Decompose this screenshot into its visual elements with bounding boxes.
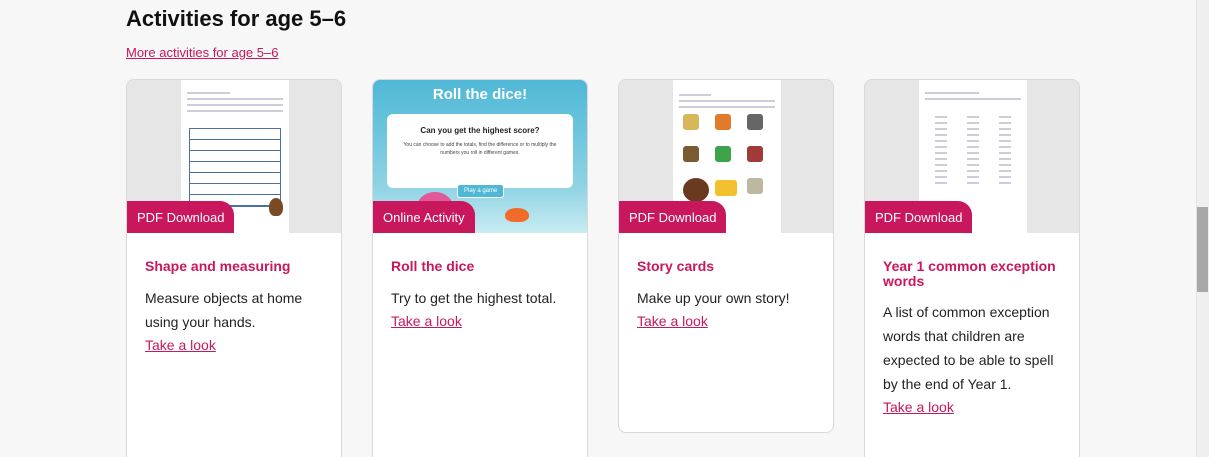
activity-cards: PDF Download Shape and measuring Measure… <box>126 79 1080 457</box>
card-badge: Online Activity <box>373 201 475 233</box>
take-a-look-link[interactable]: Take a look <box>883 396 954 418</box>
activity-card-shape-measuring[interactable]: PDF Download Shape and measuring Measure… <box>126 79 342 457</box>
thumb-panel: Can you get the highest score? You can c… <box>387 114 573 188</box>
scrollbar-track[interactable] <box>1196 0 1209 457</box>
card-description: A list of common exception words that ch… <box>883 304 1054 393</box>
card-description: Try to get the highest total. <box>391 289 557 306</box>
card-title: Roll the dice <box>391 258 475 274</box>
card-title: Shape and measuring <box>145 258 291 274</box>
page: Activities for age 5–6 More activities f… <box>0 0 1196 457</box>
activity-card-year1-exception-words[interactable]: PDF Download Year 1 common exception wor… <box>864 79 1080 457</box>
thumb-question: Can you get the highest score? <box>420 126 540 135</box>
card-badge: PDF Download <box>127 201 235 233</box>
card-title: Year 1 common exception words <box>883 258 1056 289</box>
take-a-look-link[interactable]: Take a look <box>637 310 708 332</box>
play-game-button: Play a game <box>457 184 505 198</box>
card-thumbnail[interactable]: PDF Download <box>865 80 1079 233</box>
take-a-look-link[interactable]: Take a look <box>145 334 216 356</box>
activity-card-roll-the-dice[interactable]: Roll the dice! Can you get the highest s… <box>372 79 588 457</box>
card-thumbnail[interactable]: PDF Download <box>127 80 341 233</box>
card-thumbnail[interactable]: PDF Download <box>619 80 833 233</box>
owl-icon <box>269 198 283 216</box>
crab-icon <box>505 208 529 222</box>
card-title: Story cards <box>637 258 715 274</box>
more-activities-link[interactable]: More activities for age 5–6 <box>126 45 278 60</box>
section-title: Activities for age 5–6 <box>126 6 347 31</box>
activity-card-story-cards[interactable]: PDF Download Story cards Make up your ow… <box>618 79 834 433</box>
card-badge: PDF Download <box>619 201 727 233</box>
card-thumbnail[interactable]: Roll the dice! Can you get the highest s… <box>373 80 587 233</box>
thumb-heading: Roll the dice! <box>432 86 528 103</box>
card-badge: PDF Download <box>865 201 973 233</box>
thumb-text: You can choose to add the totals, find t… <box>403 142 557 156</box>
card-description: Make up your own story! <box>637 289 790 306</box>
scrollbar-thumb[interactable] <box>1197 207 1208 292</box>
card-description: Measure objects at home using your hands… <box>145 289 303 330</box>
take-a-look-link[interactable]: Take a look <box>391 310 462 332</box>
